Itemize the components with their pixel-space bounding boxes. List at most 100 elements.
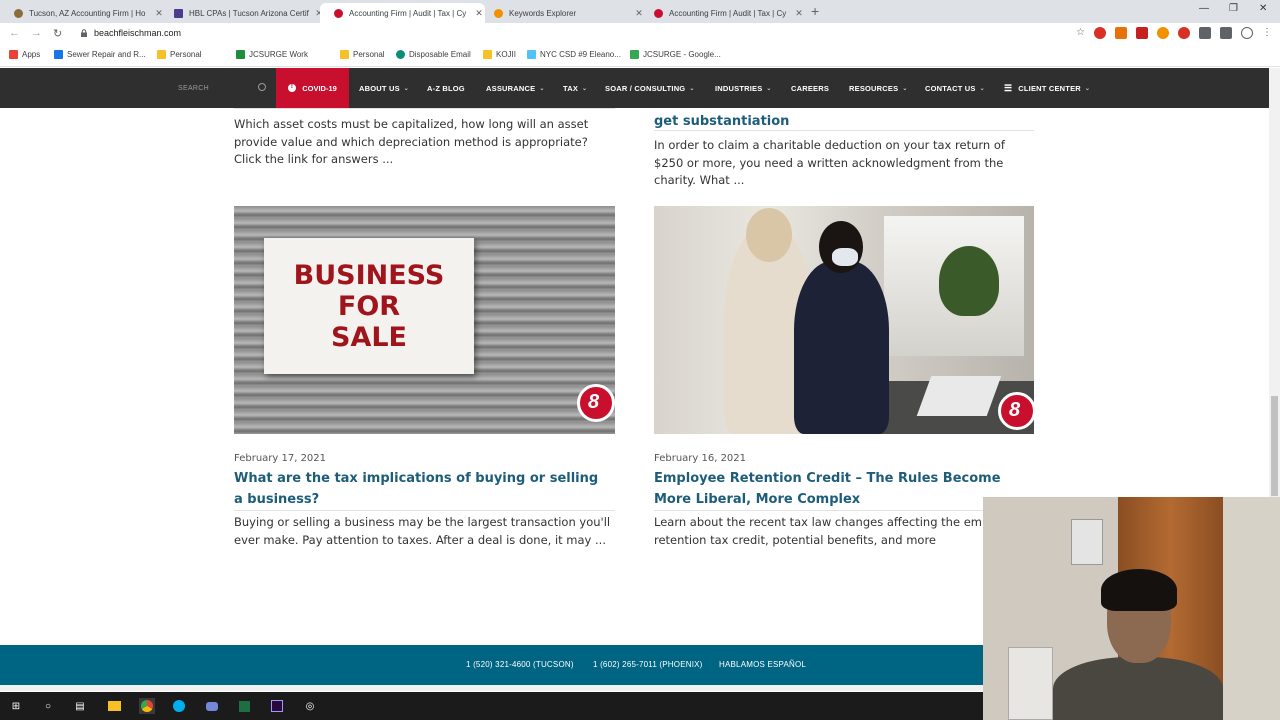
bookmark-item[interactable]: Personal [340,50,385,59]
folder-icon [483,50,492,59]
obs-icon[interactable]: ◎ [302,698,318,714]
search-icon[interactable] [258,83,266,91]
extension-icon[interactable] [1199,27,1211,39]
nav-industries[interactable]: INDUSTRIES ⌄ [715,68,772,108]
bookmark-item[interactable]: JCSURGE Work [236,50,308,59]
nav-client-center[interactable]: ☰ CLIENT CENTER ⌄ [1004,68,1090,108]
browser-tab[interactable]: Tucson, AZ Accounting Firm | Ho ✕ [0,3,165,23]
discord-icon[interactable] [204,698,220,714]
hablamos-espanol-link[interactable]: HABLAMOS ESPAÑOL [719,660,806,669]
bookmark-favicon-icon [396,50,405,59]
apps-grid-icon [9,50,18,59]
bookmark-apps[interactable]: Apps [9,50,40,59]
divider [234,510,615,511]
nav-a-z-blog[interactable]: A-Z BLOG [427,68,465,108]
tab-favicon-icon [174,8,183,18]
address-bar-url[interactable]: beachfleischman.com [94,28,181,38]
laptop [916,376,1002,416]
bookmark-item[interactable]: KOJII [483,50,516,59]
google-drive-icon [630,50,639,59]
tab-title: Accounting Firm | Audit | Tax | Cy [349,8,467,18]
browser-tab-active[interactable]: Accounting Firm | Audit | Tax | Cy ✕ [320,3,485,23]
minimize-button[interactable]: — [1199,3,1209,14]
bookmark-star-icon[interactable]: ☆ [1076,27,1085,39]
close-window-button[interactable]: ✕ [1259,3,1267,14]
shelf [1008,647,1053,720]
site-search-input[interactable]: SEARCH [170,68,276,108]
phone-tucson-link[interactable]: 1 (520) 321-4600 (TUCSON) [466,660,574,669]
browser-tab[interactable]: HBL CPAs | Tucson Arizona Certif ✕ [160,3,325,23]
post-date: February 17, 2021 [234,453,327,464]
adblock-icon[interactable] [1094,27,1106,39]
lock-icon [81,29,87,37]
extension-icon[interactable] [1157,27,1169,39]
restore-button[interactable]: ❐ [1229,3,1238,14]
tab-title: Tucson, AZ Accounting Firm | Ho [29,8,146,18]
divider [234,108,615,109]
nav-assurance[interactable]: ASSURANCE ⌄ [486,68,545,108]
extension-icon[interactable] [1115,27,1127,39]
post-thumbnail-image[interactable] [654,206,1034,434]
sign-text: SALE [331,321,407,353]
nav-about-us[interactable]: ABOUT US ⌄ [359,68,409,108]
search-icon[interactable]: ○ [40,698,56,714]
file-explorer-icon[interactable] [106,698,122,714]
windows-start-icon[interactable]: ⊞ [8,698,24,714]
chrome-icon[interactable] [139,698,155,714]
nav-tax[interactable]: TAX ⌄ [563,68,587,108]
phone-phoenix-link[interactable]: 1 (602) 265-7011 (PHOENIX) [593,660,703,669]
new-tab-button[interactable]: + [811,3,819,19]
nav-soar-consulting[interactable]: SOAR / CONSULTING ⌄ [605,68,695,108]
chevron-down-icon: ⌄ [902,85,908,92]
post-title-link[interactable]: What are the tax implications of buying … [234,468,609,510]
back-arrow-icon[interactable]: ← [9,27,20,39]
site-navigation: SEARCH COVID-19 ABOUT US⌄ A-Z BLOG ASSUR… [0,68,1269,108]
browser-toolbar: ← → ↻ beachfleischman.com ☆ ⋮ [0,23,1280,45]
premiere-pro-icon[interactable] [269,698,285,714]
reload-icon[interactable]: ↻ [53,27,62,40]
task-view-icon[interactable]: ▤ [72,698,88,714]
forward-arrow-icon[interactable]: → [31,27,42,39]
extension-icon[interactable] [1136,27,1148,39]
bookmark-item[interactable]: Personal [157,50,202,59]
divider [654,510,1034,511]
chevron-down-icon: ⌄ [539,85,545,92]
post-thumbnail-image[interactable]: BUSINESS FOR SALE [234,206,615,434]
bookmark-item[interactable]: Disposable Email [396,50,471,59]
wall-poster [1071,519,1103,565]
bookmark-item[interactable]: Sewer Repair and R... [54,50,146,59]
menu-dots-icon[interactable]: ⋮ [1262,27,1272,39]
bookmark-item[interactable]: JCSURGE - Google... [630,50,721,59]
close-tab-icon[interactable]: ✕ [793,8,805,19]
post-date: February 16, 2021 [654,453,747,464]
nav-careers[interactable]: CAREERS [791,68,829,108]
post-title-link[interactable]: get substantiation [654,111,1034,132]
excel-icon[interactable] [236,698,252,714]
post-title-link[interactable]: Employee Retention Credit – The Rules Be… [654,468,1034,510]
tab-favicon-icon [654,8,663,18]
profile-icon[interactable] [1241,27,1253,39]
divider [654,130,1034,131]
nav-contact-us[interactable]: CONTACT US ⌄ [925,68,985,108]
extension-icon[interactable] [1178,27,1190,39]
alert-icon [288,83,297,92]
puzzle-icon[interactable] [1220,27,1232,39]
browser-tab[interactable]: Keywords Explorer ✕ [480,3,645,23]
beachfleischman-logo-badge [998,392,1034,430]
scrollbar-thumb[interactable] [1271,396,1278,496]
skype-icon[interactable] [171,698,187,714]
face-mask [832,248,858,266]
browser-tab[interactable]: Accounting Firm | Audit | Tax | Cy ✕ [640,3,805,23]
tab-favicon-icon [14,8,23,18]
post-excerpt: Buying or selling a business may be the … [234,515,611,547]
chevron-down-icon: ⌄ [689,85,695,92]
tab-title: Keywords Explorer [509,8,577,18]
bookmarks-bar: Apps Sewer Repair and R... JCSURGE Work … [0,45,1280,67]
bookmark-item[interactable]: NYC CSD #9 Eleano... [527,50,621,59]
covid-nav-button[interactable]: COVID-19 [276,68,349,108]
folder-icon [157,50,166,59]
chevron-down-icon: ⌄ [403,85,410,92]
tab-title: Accounting Firm | Audit | Tax | Cy [669,8,787,18]
nav-resources[interactable]: RESOURCES ⌄ [849,68,908,108]
person-body [1053,657,1223,720]
